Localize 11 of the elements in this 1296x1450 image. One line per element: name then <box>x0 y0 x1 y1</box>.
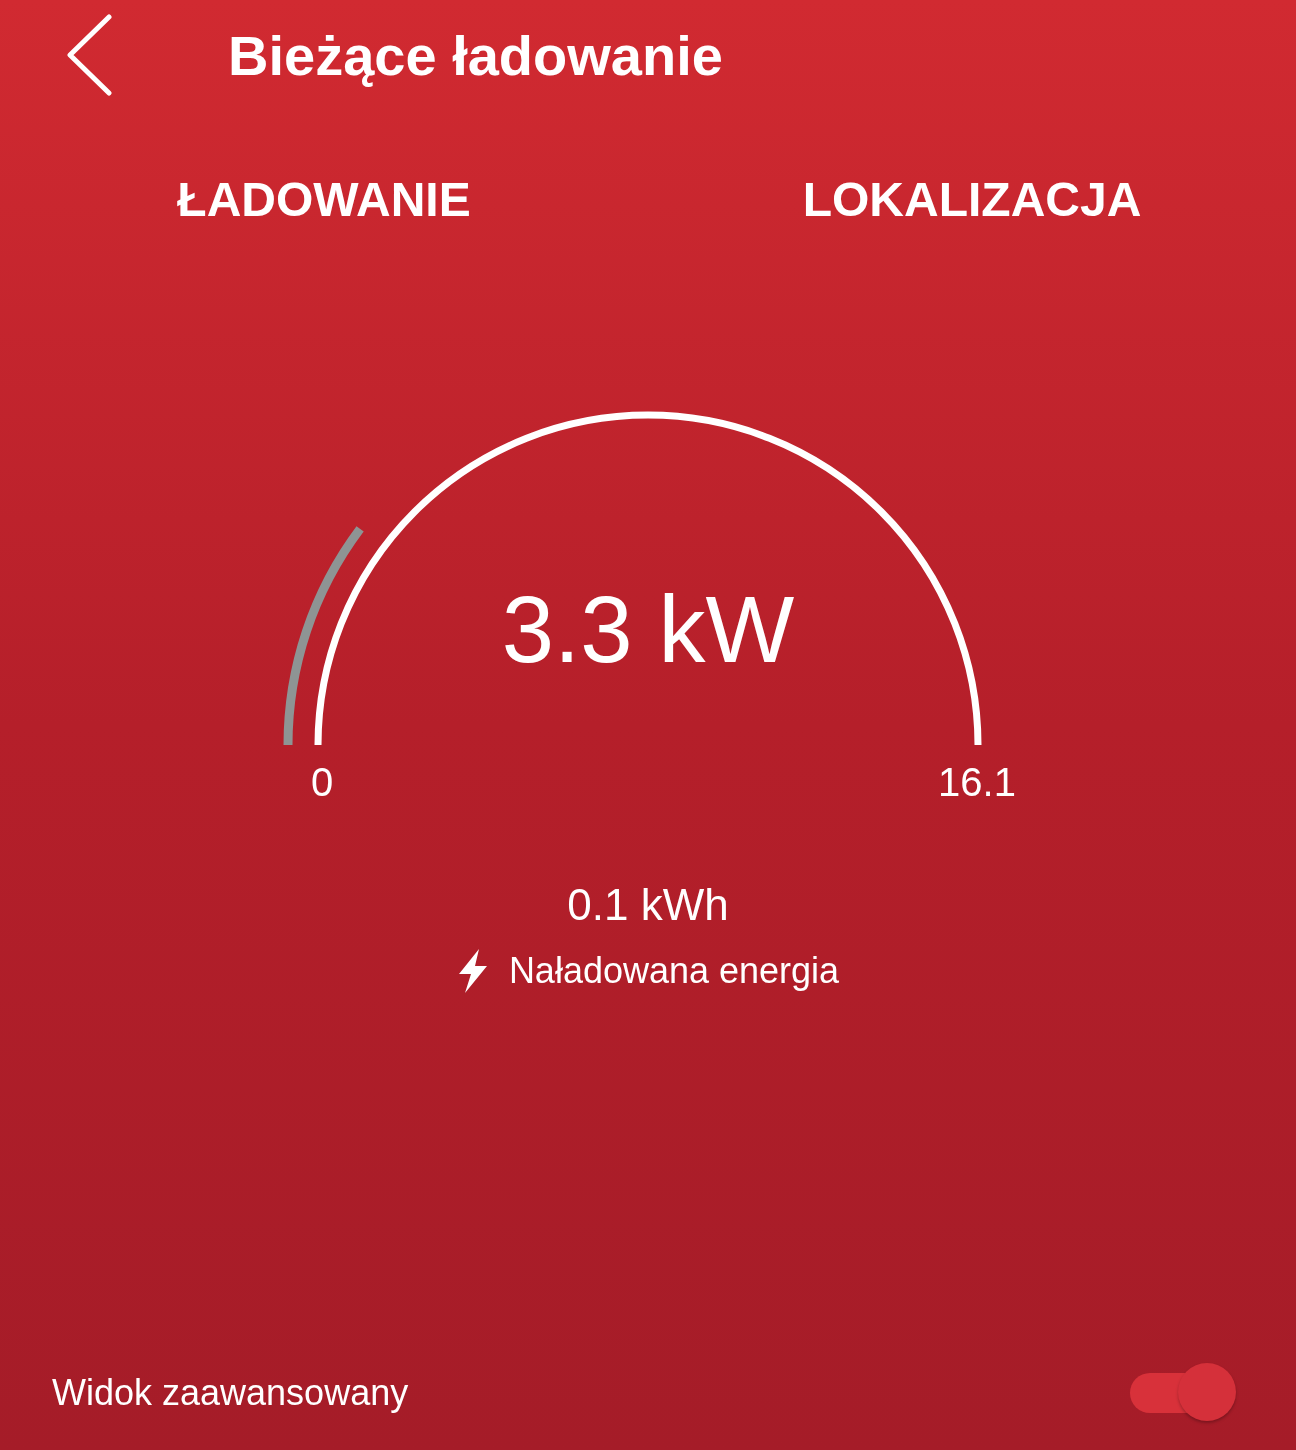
gauge-max-label: 16.1 <box>937 760 1017 805</box>
lightning-icon <box>456 948 489 994</box>
power-value: 3.3 kW <box>500 583 796 677</box>
back-icon[interactable] <box>65 14 113 96</box>
tab[interactable]: LOKALIZACJA <box>648 162 1296 237</box>
energy-label: Naładowana energia <box>508 950 840 992</box>
gauge-min-label: 0 <box>309 760 335 805</box>
tab[interactable]: ŁADOWANIE <box>0 162 648 237</box>
screen-title: Bieżące ładowanie <box>228 22 723 88</box>
advanced-view-label: Widok zaawansowany <box>52 1372 409 1414</box>
energy-value: 0.1 kWh <box>567 880 729 930</box>
